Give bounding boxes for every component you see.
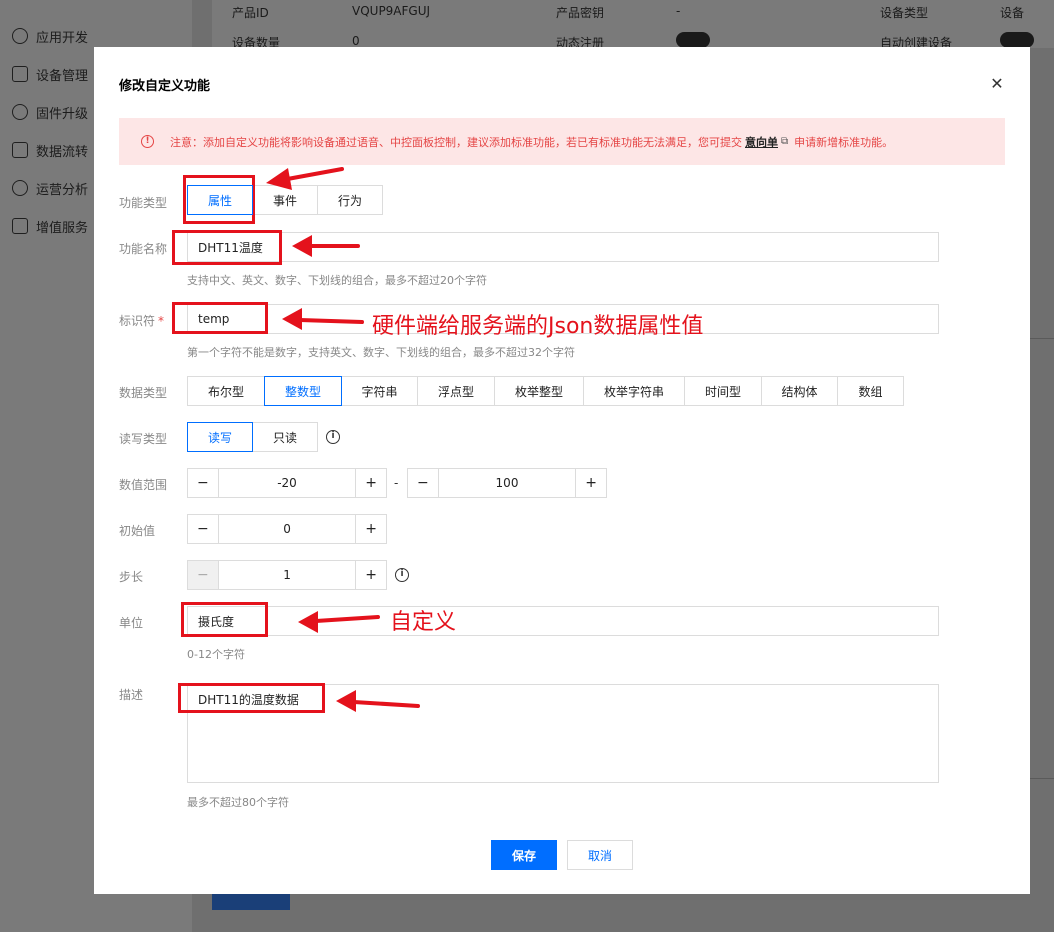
description-textarea[interactable]: DHT11的温度数据: [187, 684, 939, 783]
data-type-string[interactable]: 字符串: [341, 376, 418, 406]
device-icon: [12, 66, 28, 82]
rw-info-icon[interactable]: i: [326, 430, 340, 444]
divider: [1030, 778, 1054, 779]
step-stepper: − 1 +: [187, 560, 387, 590]
sidebar-item-analytics: 运营分析: [12, 178, 88, 198]
initial-value-label: 初始值: [119, 524, 156, 538]
sidebar-item-value-added: 增值服务: [12, 216, 88, 236]
firmware-icon: [12, 104, 28, 120]
identifier-annotation: 硬件端给服务端的Json数据属性值: [372, 314, 704, 339]
step-decrement[interactable]: −: [188, 561, 218, 589]
range-max-stepper: − 100 +: [407, 468, 607, 498]
device-count-value: 0: [352, 34, 360, 48]
range-max-decrement[interactable]: −: [408, 469, 438, 497]
unit-input[interactable]: 摄氏度: [187, 606, 939, 636]
range-min-decrement[interactable]: −: [188, 469, 218, 497]
auto-create-toggle: [1000, 32, 1034, 48]
dialog-title: 修改自定义功能: [119, 79, 211, 94]
description-label: 描述: [119, 688, 144, 702]
data-type-enum-int[interactable]: 枚举整型: [494, 376, 584, 406]
description-hint: 最多不超过80个字符: [187, 796, 289, 809]
range-max-input[interactable]: 100: [437, 469, 577, 497]
background-next-button: [212, 894, 290, 910]
value-added-icon: [12, 218, 28, 234]
rw-type-label: 读写类型: [119, 432, 168, 446]
sidebar-item-data-flow: 数据流转: [12, 140, 88, 160]
step-increment[interactable]: +: [356, 561, 386, 589]
data-type-struct[interactable]: 结构体: [761, 376, 838, 406]
data-type-time[interactable]: 时间型: [684, 376, 762, 406]
range-min-stepper: − -20 +: [187, 468, 387, 498]
data-type-int[interactable]: 整数型: [264, 376, 342, 406]
edit-custom-function-dialog: 修改自定义功能 ✕ ! 注意：添加自定义功能将影响设备通过语音、中控面板控制，建…: [94, 47, 1030, 894]
unit-label: 单位: [119, 616, 144, 630]
sidebar-item-device-mgmt: 设备管理: [12, 64, 88, 84]
data-type-bool[interactable]: 布尔型: [187, 376, 265, 406]
step-input[interactable]: 1: [217, 561, 357, 589]
unit-hint: 0-12个字符: [187, 648, 245, 661]
range-min-input[interactable]: -20: [217, 469, 357, 497]
step-label: 步长: [119, 570, 144, 584]
alert-text: 注意：添加自定义功能将影响设备通过语音、中控面板控制，建议添加标准功能，若已有标…: [170, 135, 742, 149]
function-name-input[interactable]: DHT11温度: [187, 232, 939, 262]
range-max-increment[interactable]: +: [576, 469, 606, 497]
data-type-array[interactable]: 数组: [837, 376, 904, 406]
external-link-icon: ⧉: [781, 136, 789, 147]
function-type-event[interactable]: 事件: [252, 185, 318, 215]
device-type-value: 设备: [1000, 6, 1025, 20]
close-icon[interactable]: ✕: [989, 76, 1005, 92]
rw-type-read-write[interactable]: 读写: [187, 422, 253, 452]
device-type-label: 设备类型: [880, 6, 929, 20]
rw-type-read-only[interactable]: 只读: [252, 422, 318, 452]
product-secret-value: -: [676, 4, 681, 18]
function-type-label: 功能类型: [119, 196, 168, 210]
identifier-label: 标识符 *: [119, 314, 165, 328]
required-mark: *: [158, 314, 165, 328]
app-dev-icon: [12, 28, 28, 44]
function-name-label: 功能名称: [119, 242, 168, 256]
warning-icon: !: [141, 135, 154, 148]
step-info-icon[interactable]: i: [395, 568, 409, 582]
data-type-selector: 布尔型 整数型 字符串 浮点型 枚举整型 枚举字符串 时间型 结构体 数组: [187, 376, 904, 406]
product-id-value: VQUP9AFGUJ: [352, 4, 431, 18]
identifier-hint: 第一个字符不能是数字，支持英文、数字、下划线的组合，最多不超过32个字符: [187, 346, 575, 359]
save-button[interactable]: 保存: [491, 840, 557, 870]
dynamic-register-toggle: [676, 32, 710, 48]
unit-annotation: 自定义: [390, 610, 457, 635]
range-min-increment[interactable]: +: [356, 469, 386, 497]
alert-text-end: 申请新增标准功能。: [794, 135, 894, 149]
initial-value-input[interactable]: 0: [217, 515, 357, 543]
initial-increment[interactable]: +: [356, 515, 386, 543]
intent-form-link[interactable]: 意向单: [745, 134, 778, 150]
sidebar-item-firmware: 固件升级: [12, 102, 88, 122]
cancel-button[interactable]: 取消: [567, 840, 633, 870]
product-secret-label: 产品密钥: [556, 6, 605, 20]
analytics-icon: [12, 180, 28, 196]
range-label: 数值范围: [119, 478, 168, 492]
rw-type-selector: 读写 只读: [187, 422, 318, 452]
sidebar-item-app-dev: 应用开发: [12, 26, 88, 46]
data-type-float[interactable]: 浮点型: [417, 376, 495, 406]
function-name-hint: 支持中文、英文、数字、下划线的组合，最多不超过20个字符: [187, 274, 487, 287]
data-type-enum-string[interactable]: 枚举字符串: [583, 376, 685, 406]
data-type-label: 数据类型: [119, 386, 168, 400]
divider: [1030, 338, 1054, 339]
range-separator: -: [394, 476, 399, 490]
warning-alert: ! 注意：添加自定义功能将影响设备通过语音、中控面板控制，建议添加标准功能，若已…: [119, 118, 1005, 165]
function-type-selector: 属性 事件 行为: [187, 185, 383, 215]
data-flow-icon: [12, 142, 28, 158]
initial-decrement[interactable]: −: [188, 515, 218, 543]
initial-value-stepper: − 0 +: [187, 514, 387, 544]
function-type-property[interactable]: 属性: [187, 185, 253, 215]
product-id-label: 产品ID: [232, 6, 269, 20]
function-type-action[interactable]: 行为: [317, 185, 383, 215]
